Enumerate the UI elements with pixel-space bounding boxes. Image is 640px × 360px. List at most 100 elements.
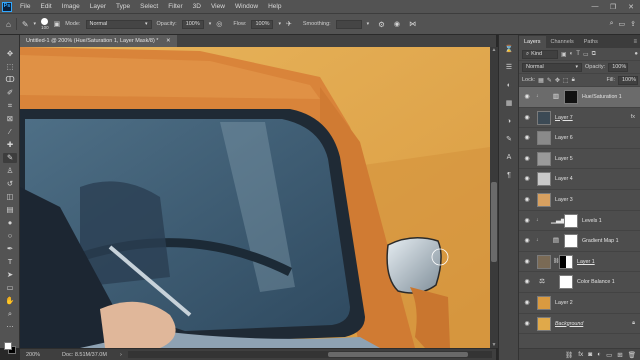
eye-icon[interactable]: ◉	[523, 237, 531, 245]
lock-transparent-icon[interactable]: ▦	[538, 77, 544, 84]
close-button[interactable]: ✕	[622, 3, 640, 11]
more-tools-icon[interactable]: ⋯	[3, 322, 17, 332]
tab-paths[interactable]: Paths	[579, 36, 603, 48]
eye-icon[interactable]: ◉	[523, 217, 531, 225]
lock-image-icon[interactable]: ✎	[547, 77, 552, 84]
color-icon[interactable]: ◐	[504, 81, 514, 91]
history-brush-tool-icon[interactable]: ↺	[3, 179, 17, 189]
new-layer-icon[interactable]: ⊞	[617, 351, 622, 359]
eyedropper-tool-icon[interactable]: ⁄	[3, 127, 17, 137]
home-icon[interactable]: ⌂	[6, 20, 11, 29]
menu-type[interactable]: Type	[111, 0, 135, 13]
menu-edit[interactable]: Edit	[35, 0, 56, 13]
layer-effects-icon[interactable]: fx	[631, 114, 635, 120]
path-select-tool-icon[interactable]: ➤	[3, 270, 17, 280]
chevron-right-icon[interactable]: ›	[120, 352, 122, 358]
layer-row[interactable]: ◉ Layer 2	[519, 292, 640, 314]
eye-icon[interactable]: ◉	[523, 299, 531, 307]
tab-channels[interactable]: Channels	[546, 36, 579, 48]
layer-row[interactable]: ◉ ↓ ▤ Gradient Map 1	[519, 231, 640, 252]
layer-name[interactable]: Layer 6	[555, 135, 573, 141]
eraser-tool-icon[interactable]: ◫	[3, 192, 17, 202]
eye-icon[interactable]: ◉	[523, 114, 531, 122]
lasso-tool-icon[interactable]: ↀ	[3, 75, 17, 85]
layer-name[interactable]: Layer 2	[555, 300, 573, 306]
chevron-down-icon[interactable]: ▾	[367, 21, 370, 27]
document-canvas[interactable]	[20, 47, 490, 348]
menu-help[interactable]: Help	[263, 0, 286, 13]
search-icon[interactable]: ⌕	[610, 20, 614, 28]
foreground-color-swatch[interactable]	[4, 342, 12, 350]
layer-name[interactable]: Layer 4	[555, 176, 573, 182]
layer-mask-thumbnail[interactable]	[564, 213, 578, 228]
hand-tool-icon[interactable]: ✋	[3, 296, 17, 306]
marquee-tool-icon[interactable]: ⬚	[3, 62, 17, 72]
shape-filter-icon[interactable]: ▭	[583, 51, 589, 58]
vertical-scrollbar[interactable]: ▲ ▼	[490, 47, 498, 348]
brushes-icon[interactable]: ✎	[504, 135, 514, 145]
paragraph-icon[interactable]: ¶	[504, 171, 514, 181]
gear-icon[interactable]: ⚙	[378, 20, 385, 29]
brush-tool-icon[interactable]: ✎	[22, 20, 29, 29]
layer-row[interactable]: ◉ ↓ ▁▃▅ Levels 1	[519, 210, 640, 232]
airbrush-icon[interactable]: ✈	[286, 20, 292, 28]
layer-row[interactable]: ◉ Layer 4	[519, 169, 640, 190]
new-group-icon[interactable]: ▭	[606, 351, 612, 359]
horizontal-scroll-thumb[interactable]	[327, 352, 468, 357]
workspace-icon[interactable]: ▭	[619, 20, 626, 28]
eye-icon[interactable]: ◉	[523, 320, 531, 328]
type-filter-icon[interactable]: T	[576, 51, 580, 57]
eye-icon[interactable]: ◉	[523, 134, 531, 142]
filter-toggle-icon[interactable]: ●	[634, 51, 638, 57]
pen-tool-icon[interactable]: ✒	[3, 244, 17, 254]
type-tool-icon[interactable]: T	[3, 257, 17, 267]
layer-name[interactable]: Gradient Map 1	[582, 238, 619, 244]
swatches-icon[interactable]: ▦	[504, 99, 514, 109]
layer-mask-thumbnail[interactable]	[559, 275, 573, 290]
gradient-tool-icon[interactable]: ▤	[3, 205, 17, 215]
layer-name[interactable]: Hue/Saturation 1	[582, 94, 622, 100]
eye-icon[interactable]: ◉	[523, 93, 531, 101]
vertical-scroll-thumb[interactable]	[491, 182, 497, 262]
pressure-opacity-icon[interactable]: ◎	[216, 20, 222, 28]
clone-stamp-tool-icon[interactable]: ♙	[3, 166, 17, 176]
lock-position-icon[interactable]: ✥	[555, 77, 560, 84]
adjustments-icon[interactable]: ◑	[504, 117, 514, 127]
properties-icon[interactable]: ☰	[504, 63, 514, 73]
adjustment-filter-icon[interactable]: ◐	[570, 51, 574, 57]
layer-mask-thumbnail[interactable]	[564, 90, 578, 104]
layer-name[interactable]: Layer 5	[555, 156, 573, 162]
layer-row[interactable]: ◉ Layer 6	[519, 128, 640, 149]
brush-preset-picker[interactable]: 100	[41, 18, 49, 30]
brush-tool-icon[interactable]: ✎	[3, 153, 17, 163]
layer-row[interactable]: ◉ Layer 5	[519, 148, 640, 170]
menu-window[interactable]: Window	[230, 0, 263, 13]
pressure-size-icon[interactable]: ◉	[394, 20, 400, 28]
layer-mask-thumbnail[interactable]	[559, 254, 573, 269]
lock-artboard-icon[interactable]: ⬚	[563, 77, 569, 84]
eye-icon[interactable]: ◉	[523, 278, 531, 286]
close-icon[interactable]: ✕	[166, 38, 171, 44]
layer-name[interactable]: Levels 1	[582, 218, 602, 224]
delete-layer-icon[interactable]: 🗑︎	[628, 351, 636, 359]
share-icon[interactable]: ⇪	[630, 20, 636, 28]
menu-layer[interactable]: Layer	[85, 0, 111, 13]
menu-3d[interactable]: 3D	[188, 0, 206, 13]
dodge-tool-icon[interactable]: ○	[3, 231, 17, 241]
smart-object-filter-icon[interactable]: ⧉	[592, 51, 596, 58]
layer-name[interactable]: Layer 7	[555, 115, 573, 121]
menu-view[interactable]: View	[206, 0, 230, 13]
layer-row[interactable]: ◉ ⛓ Layer 1	[519, 251, 640, 273]
character-icon[interactable]: A	[504, 153, 514, 163]
blur-tool-icon[interactable]: ●	[3, 218, 17, 228]
rectangle-tool-icon[interactable]: ▭	[3, 283, 17, 293]
layer-row[interactable]: ◉ Layer 7 fx	[519, 107, 640, 129]
pixel-filter-icon[interactable]: ▣	[561, 51, 567, 58]
move-tool-icon[interactable]: ✥	[3, 49, 17, 59]
eye-icon[interactable]: ◉	[523, 155, 531, 163]
document-tab[interactable]: Untitled-1 @ 200% (Hue/Saturation 1, Lay…	[20, 35, 177, 47]
panel-menu-icon[interactable]: ≡	[633, 36, 640, 48]
layer-name[interactable]: Background	[555, 321, 583, 327]
scroll-up-icon[interactable]: ▲	[490, 47, 498, 53]
menu-file[interactable]: File	[15, 0, 35, 13]
